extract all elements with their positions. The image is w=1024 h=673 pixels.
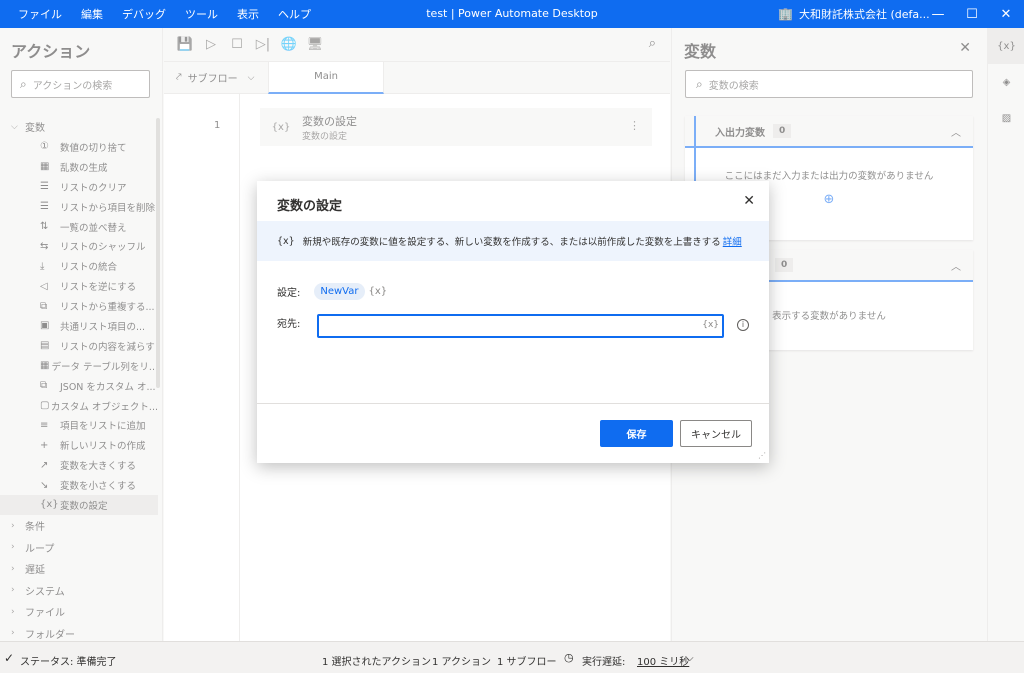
target-label: 宛先: <box>277 319 301 330</box>
menu-edit[interactable]: 編集 <box>81 6 103 22</box>
minimize-button[interactable]: — <box>920 0 956 28</box>
status-text: ステータス: 準備完了 <box>20 657 117 668</box>
close-window-button[interactable]: ✕ <box>988 0 1024 28</box>
target-input[interactable]: {x} <box>317 314 724 338</box>
title-bar: ファイル 編集 デバッグ ツール 表示 ヘルプ test | Power Aut… <box>0 0 1024 28</box>
maximize-button[interactable]: ☐ <box>954 0 990 28</box>
clock-icon: ◷ <box>564 651 574 664</box>
variable-picker-icon[interactable]: {x} <box>702 320 719 330</box>
menu-file[interactable]: ファイル <box>18 6 62 22</box>
chevron-down-icon[interactable]: ⌵ <box>686 653 694 664</box>
variable-icon: {x} <box>277 235 295 247</box>
status-check-icon: ✓ <box>4 651 15 665</box>
info-icon[interactable]: i <box>737 319 749 331</box>
variable-picker-icon[interactable]: {x} <box>369 286 388 297</box>
menu-tools[interactable]: ツール <box>185 6 218 22</box>
set-label: 設定: <box>277 288 301 299</box>
cancel-button[interactable]: キャンセル <box>680 420 752 447</box>
dialog-footer-divider <box>257 403 769 404</box>
set-row: 設定: NewVar {x} <box>277 283 387 300</box>
dialog-info-text: 新規や既存の変数に値を設定する、新しい変数を作成する、または以前作成した変数を上… <box>302 237 721 248</box>
organization-icon: 🏢 <box>778 7 793 21</box>
menu-bar: ファイル 編集 デバッグ ツール 表示 ヘルプ <box>0 6 330 22</box>
menu-debug[interactable]: デバッグ <box>122 6 166 22</box>
status-bar: ✓ ステータス: 準備完了 1 選択されたアクション 1 アクション 1 サブフ… <box>0 641 1024 673</box>
account-name: 大和財託株式会社 (defa... <box>798 8 930 21</box>
set-variable-dialog: 変数の設定 ✕ {x} 新規や既存の変数に値を設定する、新しい変数を作成する、ま… <box>257 181 769 463</box>
close-icon[interactable]: ✕ <box>743 193 755 209</box>
resize-grip-icon[interactable]: ⋰ <box>758 451 766 460</box>
selected-actions-count: 1 選択されたアクション <box>322 657 432 668</box>
actions-count: 1 アクション <box>432 657 492 668</box>
details-link[interactable]: 詳細 <box>723 234 742 248</box>
variable-name-chip[interactable]: NewVar <box>314 283 365 300</box>
save-button[interactable]: 保存 <box>600 420 673 447</box>
subflows-count: 1 サブフロー <box>497 657 557 668</box>
dialog-title: 変数の設定 <box>277 199 343 214</box>
dialog-info-bar: {x} 新規や既存の変数に値を設定する、新しい変数を作成する、または以前作成した… <box>257 221 769 261</box>
delay-label: 実行遅延: <box>582 657 626 668</box>
menu-view[interactable]: 表示 <box>237 6 259 22</box>
delay-value[interactable]: 100 ミリ秒 <box>637 653 689 668</box>
menu-help[interactable]: ヘルプ <box>278 6 311 22</box>
account[interactable]: 🏢 大和財託株式会社 (defa... <box>778 6 930 22</box>
